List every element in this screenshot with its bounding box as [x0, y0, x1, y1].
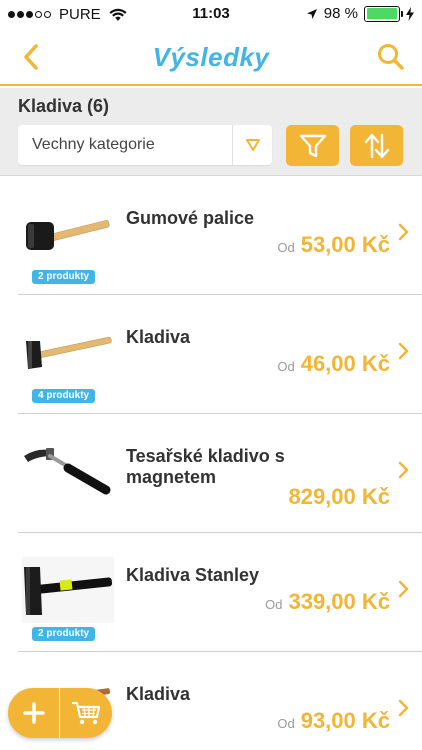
- search-button[interactable]: [374, 40, 408, 74]
- product-count-badge: 2 produkty: [32, 627, 96, 641]
- dropdown-arrow: [232, 125, 272, 165]
- price-prefix: Od: [277, 240, 295, 255]
- price: 339,00 Kč: [288, 589, 390, 614]
- charging-bolt-icon: [406, 6, 414, 21]
- product-row[interactable]: Tesařské kladivo s magnetem 829,00 Kč: [0, 414, 422, 533]
- chevron-right-icon: [398, 461, 409, 479]
- funnel-icon: [299, 134, 326, 157]
- price-prefix: Od: [277, 359, 295, 374]
- product-name: Kladiva: [126, 327, 191, 347]
- category-title: Kladiva (6): [18, 96, 110, 116]
- price-wrap: Od 53,00 Kč: [277, 232, 390, 258]
- product-row[interactable]: 2 produkty Kladiva Stanley Od 339,00 Kč: [0, 533, 422, 652]
- cart-button[interactable]: [60, 688, 112, 738]
- chevron-right-icon: [398, 699, 409, 717]
- chevron-right-icon: [398, 580, 409, 598]
- price-wrap: Od 93,00 Kč: [277, 708, 390, 734]
- chevron-right-icon: [398, 223, 409, 241]
- navbar: Výsledky: [0, 30, 422, 86]
- price-wrap: Od 46,00 Kč: [277, 351, 390, 377]
- search-icon: [378, 44, 404, 70]
- product-name: Kladiva: [126, 684, 191, 704]
- sort-arrows-icon: [364, 133, 389, 158]
- product-list: 2 produkty Gumové palice Od 53,00 Kč 4 p…: [0, 176, 422, 750]
- triangle-down-icon: [245, 139, 260, 151]
- battery-percent: 98 %: [323, 5, 358, 22]
- price: 53,00 Kč: [300, 232, 390, 257]
- category-select-value: Vechny kategorie: [32, 136, 155, 153]
- filter-area: Kladiva (6) Vechny kategorie: [0, 88, 422, 176]
- filter-button[interactable]: [286, 125, 339, 166]
- battery-fill: [366, 8, 397, 19]
- product-name: Kladiva Stanley: [126, 565, 260, 585]
- product-name: Gumové palice: [126, 208, 255, 228]
- status-right: 98 %: [306, 5, 414, 22]
- price-wrap: Od 339,00 Kč: [265, 589, 390, 615]
- category-select[interactable]: Vechny kategorie: [18, 125, 272, 165]
- shopping-cart-icon: [72, 701, 101, 725]
- price: 93,00 Kč: [300, 708, 390, 733]
- chevron-right-icon: [398, 342, 409, 360]
- status-bar: PURE 11:03 98 %: [0, 0, 422, 30]
- page-title: Výsledky: [152, 42, 270, 72]
- battery-icon: [364, 5, 403, 22]
- floating-action-bar: [8, 688, 112, 738]
- price: 46,00 Kč: [300, 351, 390, 376]
- plus-icon: [22, 702, 45, 724]
- price: 829,00 Kč: [288, 484, 390, 509]
- product-count-badge: 4 produkty: [32, 389, 96, 403]
- rubber-mallet-icon: [20, 198, 116, 270]
- stanley-hammer-icon: [20, 555, 116, 627]
- price-prefix: Od: [265, 597, 283, 612]
- sort-button[interactable]: [350, 125, 403, 166]
- price-prefix: Od: [277, 716, 295, 731]
- product-row[interactable]: 4 produkty Kladiva Od 46,00 Kč: [0, 295, 422, 414]
- location-arrow-icon: [306, 8, 317, 19]
- add-button[interactable]: [8, 688, 60, 738]
- product-row[interactable]: 2 produkty Gumové palice Od 53,00 Kč: [0, 176, 422, 295]
- hammer-wood-icon: [20, 317, 116, 389]
- carpenter-hammer-icon: [20, 436, 116, 508]
- price-wrap: 829,00 Kč: [288, 484, 390, 510]
- product-name: Tesařské kladivo s magnetem: [126, 446, 285, 487]
- product-count-badge: 2 produkty: [32, 270, 96, 284]
